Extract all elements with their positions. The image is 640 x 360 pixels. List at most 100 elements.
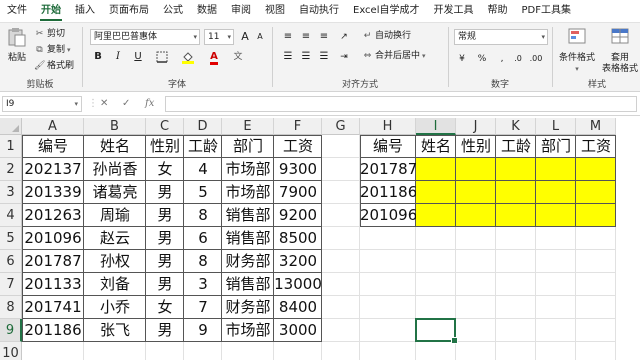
table-cell[interactable] (576, 181, 616, 204)
cell[interactable] (496, 250, 536, 273)
align-bottom-button[interactable]: ≡ (316, 29, 332, 45)
table-cell[interactable]: 9300 (274, 158, 322, 181)
column-header-d[interactable]: D (184, 118, 222, 135)
decrease-decimal-button[interactable]: .00 (528, 51, 544, 67)
cell[interactable] (184, 342, 222, 360)
table-cell[interactable] (416, 204, 456, 227)
cell[interactable] (536, 273, 576, 296)
cell[interactable] (496, 342, 536, 360)
cell[interactable] (322, 319, 360, 342)
table-cell[interactable]: 8400 (274, 296, 322, 319)
column-header-a[interactable]: A (22, 118, 84, 135)
table-cell[interactable]: 201339 (22, 181, 84, 204)
table-cell[interactable]: 男 (146, 204, 184, 227)
column-header-g[interactable]: G (322, 118, 360, 135)
cell[interactable] (416, 342, 456, 360)
table-cell[interactable]: 9 (184, 319, 222, 342)
table-cell[interactable]: 姓名 (84, 135, 146, 158)
table-cell[interactable]: 小乔 (84, 296, 146, 319)
table-cell[interactable] (416, 158, 456, 181)
cell[interactable] (536, 296, 576, 319)
table-cell[interactable]: 市场部 (222, 181, 274, 204)
table-cell[interactable]: 性别 (456, 135, 496, 158)
table-cell[interactable]: 财务部 (222, 296, 274, 319)
table-cell[interactable] (496, 204, 536, 227)
comma-button[interactable]: , (494, 51, 510, 67)
table-cell[interactable]: 8500 (274, 227, 322, 250)
cell[interactable] (322, 227, 360, 250)
table-cell[interactable]: 赵云 (84, 227, 146, 250)
table-cell[interactable]: 男 (146, 319, 184, 342)
table-cell[interactable]: 编号 (360, 135, 416, 158)
underline-button[interactable]: U (130, 49, 146, 65)
table-cell[interactable]: 孙尚香 (84, 158, 146, 181)
table-cell[interactable]: 女 (146, 296, 184, 319)
table-cell[interactable]: 销售部 (222, 273, 274, 296)
italic-button[interactable]: I (110, 49, 126, 65)
fill-color-button[interactable] (180, 49, 196, 65)
insert-function-button[interactable]: fx (145, 96, 154, 112)
table-cell[interactable] (456, 158, 496, 181)
copy-button[interactable]: ⧉ 复制 ▾ (34, 43, 70, 58)
cell[interactable] (322, 250, 360, 273)
table-cell[interactable] (456, 204, 496, 227)
table-cell[interactable]: 性别 (146, 135, 184, 158)
menu-tab[interactable]: 审阅 (224, 0, 258, 22)
menu-tab[interactable]: Excel自学成才 (346, 0, 427, 22)
table-cell[interactable]: 201263 (22, 204, 84, 227)
cell[interactable] (322, 296, 360, 319)
cell[interactable] (576, 273, 616, 296)
table-cell[interactable]: 张飞 (84, 319, 146, 342)
cell[interactable] (416, 319, 456, 342)
row-header-1[interactable]: 1 (0, 135, 22, 158)
menu-tab[interactable]: 开发工具 (427, 0, 481, 22)
cell[interactable] (322, 181, 360, 204)
cell[interactable] (222, 342, 274, 360)
menu-tab[interactable]: PDF工具集 (515, 0, 578, 22)
column-header-b[interactable]: B (84, 118, 146, 135)
cell[interactable] (576, 342, 616, 360)
row-header-6[interactable]: 6 (0, 250, 22, 273)
cell[interactable] (360, 250, 416, 273)
menu-tab[interactable]: 开始 (34, 0, 68, 22)
table-cell[interactable]: 3200 (274, 250, 322, 273)
name-box[interactable]: I9 ▾ (2, 96, 82, 112)
table-cell[interactable] (576, 158, 616, 181)
cell[interactable] (146, 342, 184, 360)
column-header-f[interactable]: F (274, 118, 322, 135)
cell[interactable] (496, 319, 536, 342)
format-painter-button[interactable]: 🖌 格式刷 (34, 59, 74, 74)
table-cell[interactable]: 工龄 (184, 135, 222, 158)
align-center-button[interactable]: ☰ (298, 49, 314, 65)
phonetic-button[interactable]: 文 (230, 49, 246, 65)
table-cell[interactable] (456, 181, 496, 204)
format-as-table-button[interactable]: 套用 表格格式 (600, 27, 640, 75)
merge-center-button[interactable]: ⇔ 合并后居中 ▾ (362, 49, 426, 64)
menu-tab[interactable]: 数据 (190, 0, 224, 22)
table-cell[interactable]: 4 (184, 158, 222, 181)
menu-tab[interactable]: 页面布局 (102, 0, 156, 22)
table-cell[interactable]: 男 (146, 181, 184, 204)
cell[interactable] (360, 296, 416, 319)
grow-font-button[interactable]: A (237, 29, 253, 45)
menu-tab[interactable]: 公式 (156, 0, 190, 22)
menu-tab[interactable]: 文件 (0, 0, 34, 22)
cancel-button[interactable]: ✕ (100, 96, 108, 112)
cell[interactable] (536, 342, 576, 360)
table-cell[interactable]: 9200 (274, 204, 322, 227)
table-cell[interactable]: 工资 (274, 135, 322, 158)
table-cell[interactable]: 市场部 (222, 158, 274, 181)
cell[interactable] (322, 158, 360, 181)
column-header-m[interactable]: M (576, 118, 616, 135)
table-cell[interactable]: 3 (184, 273, 222, 296)
table-cell[interactable]: 201186 (22, 319, 84, 342)
formula-input[interactable] (165, 96, 637, 112)
table-cell[interactable]: 201096 (22, 227, 84, 250)
cell[interactable] (576, 319, 616, 342)
table-cell[interactable]: 编号 (22, 135, 84, 158)
table-cell[interactable]: 8 (184, 204, 222, 227)
wrap-text-button[interactable]: ↵ 自动换行 (362, 29, 411, 44)
cell[interactable] (496, 273, 536, 296)
orientation-button[interactable]: ↗ (336, 29, 352, 45)
align-left-button[interactable]: ☰ (280, 49, 296, 65)
